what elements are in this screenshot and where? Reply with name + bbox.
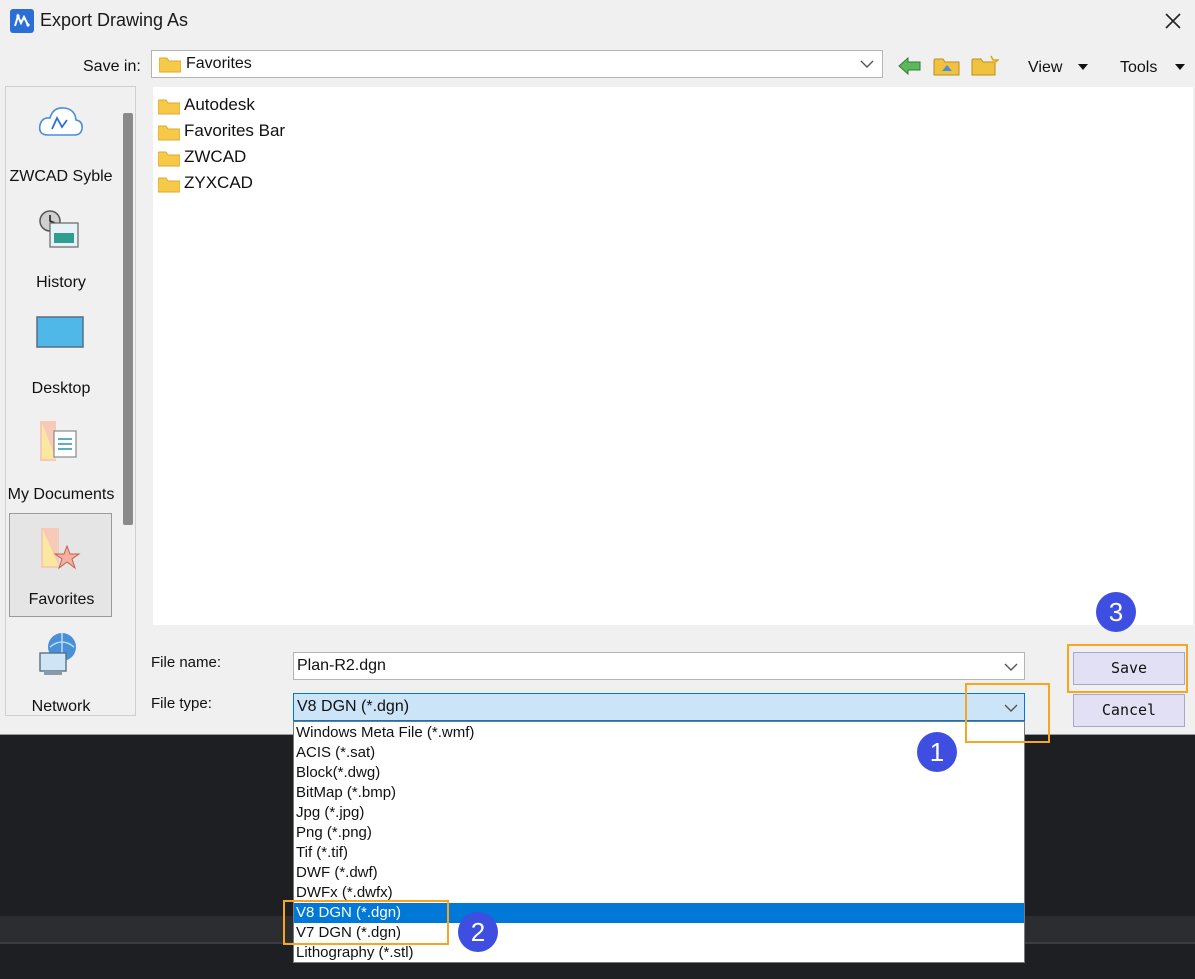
file-type-dropdown-list[interactable]: Windows Meta File (*.wmf) ACIS (*.sat) B… — [293, 721, 1025, 963]
file-type-option[interactable]: ACIS (*.sat) — [294, 743, 1024, 763]
chevron-down-icon — [860, 60, 874, 68]
file-type-label: File type: — [151, 695, 212, 712]
place-label: My Documents — [7, 486, 115, 503]
place-zwcad-syble[interactable]: ZWCAD Syble — [6, 89, 116, 193]
place-label: ZWCAD Syble — [9, 168, 113, 185]
favorites-icon — [41, 528, 81, 570]
file-name: Favorites Bar — [184, 121, 286, 140]
file-type-option[interactable]: DWF (*.dwf) — [294, 863, 1024, 883]
step-badge-1: 1 — [917, 732, 957, 772]
file-name-combo[interactable]: Plan-R2.dgn — [293, 652, 1025, 680]
close-icon[interactable] — [1160, 8, 1186, 34]
up-folder-icon[interactable] — [933, 55, 961, 79]
file-name: ZWCAD — [184, 147, 247, 166]
folder-icon — [159, 57, 181, 73]
file-type-option[interactable]: V7 DGN (*.dgn) — [294, 923, 1024, 943]
network-icon — [39, 633, 76, 675]
export-dialog: Export Drawing As Save in: Favorites Vie… — [0, 0, 1195, 735]
file-name: ZYXCAD — [184, 173, 253, 192]
file-type-combo[interactable]: V8 DGN (*.dgn) — [293, 693, 1025, 721]
save-in-dropdown[interactable]: Favorites — [151, 50, 883, 78]
desktop-icon — [36, 316, 84, 348]
file-type-option[interactable]: DWFx (*.dwfx) — [294, 883, 1024, 903]
folder-icon — [158, 99, 180, 115]
chevron-down-icon — [1004, 663, 1018, 671]
chevron-down-icon[interactable] — [1004, 702, 1018, 714]
place-network[interactable]: Network — [6, 619, 116, 715]
place-label: Desktop — [31, 380, 91, 397]
file-type-value: V8 DGN (*.dgn) — [297, 698, 410, 715]
back-arrow-icon[interactable] — [896, 55, 924, 79]
folder-icon — [158, 177, 180, 193]
folder-icon — [158, 151, 180, 167]
file-name: Autodesk — [184, 95, 255, 114]
save-in-label: Save in: — [83, 58, 141, 75]
file-type-option[interactable]: Lithography (*.stl) — [294, 943, 1024, 963]
save-in-value: Favorites — [186, 55, 252, 72]
file-name-value: Plan-R2.dgn — [297, 657, 386, 674]
place-history[interactable]: History — [6, 195, 116, 299]
cloud-icon — [38, 107, 83, 136]
save-button[interactable]: Save — [1073, 652, 1185, 685]
file-list[interactable]: Autodesk Favorites Bar ZWCAD ZYXCAD — [153, 87, 1193, 625]
dialog-title: Export Drawing As — [40, 10, 189, 30]
tools-caret-icon[interactable] — [1175, 64, 1185, 70]
history-icon — [39, 210, 79, 248]
file-type-option[interactable]: Windows Meta File (*.wmf) — [294, 723, 1024, 743]
file-type-option[interactable]: Jpg (*.jpg) — [294, 803, 1024, 823]
zwcad-app-icon — [10, 9, 34, 33]
file-type-option[interactable]: BitMap (*.bmp) — [294, 783, 1024, 803]
place-label: Network — [31, 698, 91, 715]
file-type-option-selected[interactable]: V8 DGN (*.dgn) — [294, 903, 1024, 923]
title-bar: Export Drawing As — [0, 0, 1195, 42]
cancel-button[interactable]: Cancel — [1073, 694, 1185, 727]
step-badge-3: 3 — [1096, 592, 1136, 632]
file-type-option[interactable]: Tif (*.tif) — [294, 843, 1024, 863]
tools-menu[interactable]: Tools — [1120, 59, 1157, 77]
place-favorites[interactable]: Favorites — [9, 513, 112, 617]
file-type-option[interactable]: Block(*.dwg) — [294, 763, 1024, 783]
place-label: History — [36, 274, 86, 291]
new-folder-icon[interactable] — [971, 55, 1001, 79]
places-bar: ZWCAD Syble History Desktop My Documents… — [5, 86, 136, 716]
file-type-option[interactable]: Png (*.png) — [294, 823, 1024, 843]
folder-icon — [158, 125, 180, 141]
file-name-label: File name: — [151, 654, 222, 671]
documents-icon — [40, 421, 77, 461]
places-scrollbar-thumb[interactable] — [123, 113, 133, 525]
place-label: Favorites — [28, 591, 95, 608]
place-desktop[interactable]: Desktop — [6, 301, 116, 405]
view-caret-icon[interactable] — [1078, 64, 1088, 70]
view-menu[interactable]: View — [1028, 59, 1062, 77]
step-badge-2: 2 — [458, 912, 498, 952]
place-my-documents[interactable]: My Documents — [6, 407, 116, 511]
